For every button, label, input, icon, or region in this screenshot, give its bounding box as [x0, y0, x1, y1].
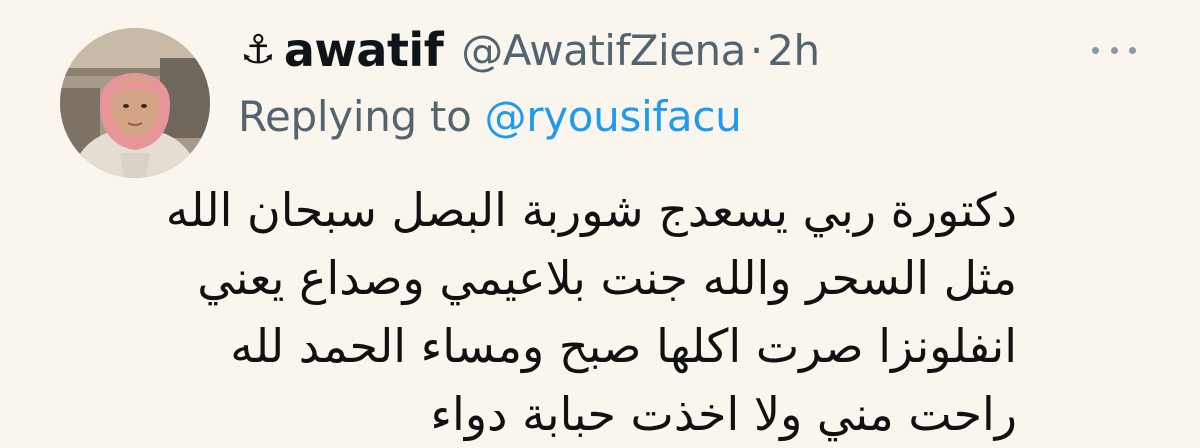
- replying-to-mention[interactable]: @ryousifacu: [485, 92, 742, 141]
- replying-to: Replying to @ryousifacu: [238, 92, 742, 141]
- more-options-icon[interactable]: [1092, 36, 1136, 64]
- tweet: ⚓ awatif @AwatifZiena · 2h Replying to @…: [0, 0, 1200, 442]
- more-dot: [1129, 46, 1136, 54]
- tweet-text: دكتورة ربي يسعدج شوربة البصل سبحان الله …: [165, 176, 1017, 448]
- avatar[interactable]: [60, 28, 210, 178]
- replying-to-label: Replying to: [238, 92, 485, 141]
- timestamp[interactable]: 2h: [767, 26, 820, 75]
- tweet-header: ⚓ awatif @AwatifZiena · 2h: [240, 20, 820, 80]
- more-dot: [1110, 46, 1118, 54]
- anchor-icon: ⚓: [240, 27, 276, 73]
- tweet-text-line: دكتورة ربي يسعدج شوربة البصل سبحان الله: [165, 183, 1017, 237]
- tweet-text-line: راحت مني ولا اخذت حبابة دواء: [430, 387, 1017, 441]
- separator-dot: ·: [749, 25, 764, 75]
- avatar-photo: [60, 28, 210, 178]
- user-handle[interactable]: @AwatifZiena: [461, 26, 746, 75]
- more-dot: [1092, 46, 1099, 54]
- tweet-text-line: انفلونزا صرت اكلها صبح ومساء الحمد لله: [230, 319, 1017, 373]
- tweet-text-line: مثل السحر والله جنت بلاعيمي وصداع يعني: [197, 251, 1017, 305]
- display-name[interactable]: awatif: [284, 23, 444, 77]
